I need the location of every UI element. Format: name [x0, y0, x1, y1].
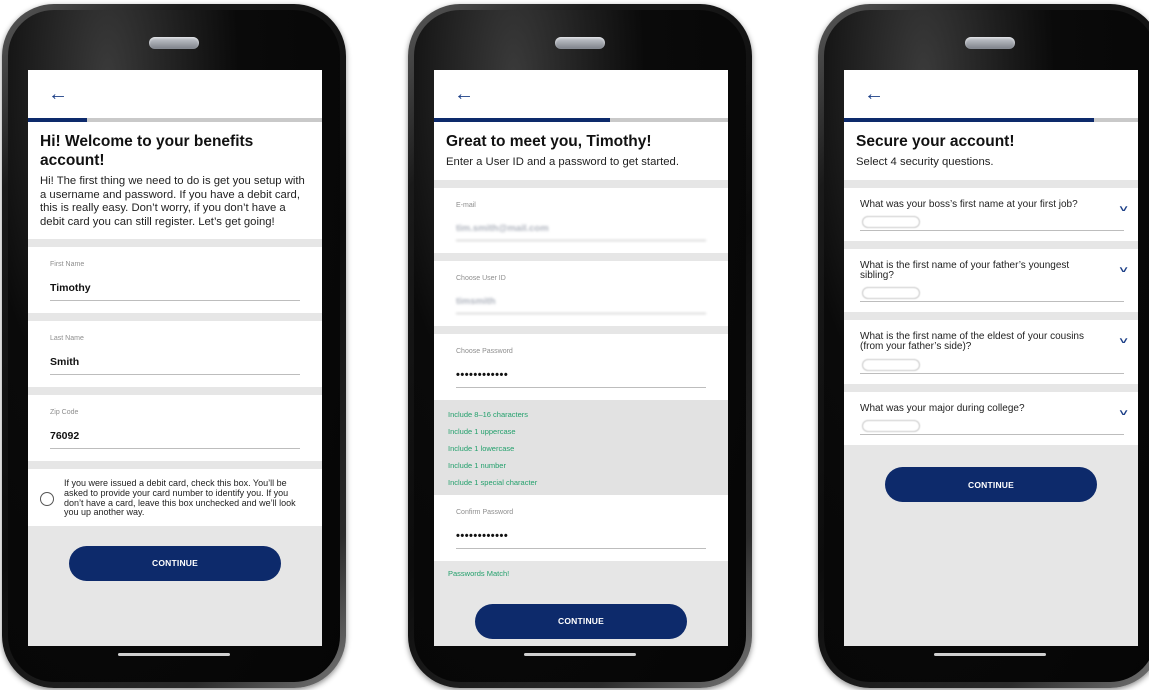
progress-fill — [28, 118, 87, 122]
question-text: What is the first name of the eldest of … — [860, 331, 1084, 352]
screen-welcome: ← Hi! Welcome to your benefits account! … — [28, 70, 322, 646]
progress-bar — [434, 118, 728, 122]
page-title: Hi! Welcome to your benefits account! — [40, 133, 254, 169]
answer-input[interactable] — [860, 286, 1124, 303]
question-text: What is the first name of your father’s … — [860, 260, 1070, 281]
home-indicator — [118, 653, 230, 656]
answer-input[interactable] — [860, 358, 1124, 374]
answer-input[interactable] — [860, 419, 1124, 436]
email-field[interactable]: E-mail tim.smith@mail.com — [434, 187, 728, 253]
back-arrow-icon[interactable]: ← — [48, 84, 68, 104]
phone-frame-3: ← Secure your account! Select 4 security… — [818, 4, 1149, 688]
progress-fill — [844, 118, 1094, 122]
back-arrow-icon[interactable]: ← — [864, 84, 884, 104]
security-question-3[interactable]: What is the first name of the eldest of … — [844, 320, 1138, 384]
chevron-down-icon[interactable]: ˅ — [1119, 336, 1127, 346]
top-bar: ← — [28, 70, 322, 118]
page-subtitle: Enter a User ID and a password to get st… — [446, 156, 679, 168]
progress-bar — [844, 118, 1138, 122]
first-name-field[interactable]: First Name Timothy — [28, 247, 322, 314]
intro-section: Great to meet you, Timothy! Enter a User… — [434, 122, 728, 180]
phone-frame-2: ← Great to meet you, Timothy! Enter a Us… — [408, 4, 752, 688]
password-rule: Include 1 lowercase — [448, 443, 515, 453]
debit-card-checkbox-label: If you were issued a debit card, check t… — [64, 478, 296, 518]
password-rule: Include 1 special character — [448, 477, 538, 487]
home-indicator — [524, 653, 636, 656]
page-title: Secure your account! — [856, 133, 1015, 150]
home-indicator — [934, 653, 1046, 656]
debit-card-checkbox[interactable] — [40, 491, 54, 506]
field-label: Choose User ID — [456, 274, 506, 282]
screen-credentials: ← Great to meet you, Timothy! Enter a Us… — [434, 70, 728, 646]
zip-code-field[interactable]: Zip Code 76092 — [28, 395, 322, 462]
security-question-1[interactable]: What was your boss’s first name at your … — [844, 187, 1138, 242]
back-arrow-icon[interactable]: ← — [454, 84, 474, 104]
first-name-input[interactable]: Timothy — [50, 282, 300, 302]
security-question-4[interactable]: What was your major during college? ˅ — [844, 391, 1138, 446]
progress-bar — [28, 118, 322, 122]
intro-text: Hi! The first thing we need to do is get… — [40, 175, 305, 228]
intro-section: Hi! Welcome to your benefits account! Hi… — [28, 122, 322, 240]
field-label: E-mail — [456, 201, 476, 209]
field-label: Confirm Password — [456, 508, 514, 516]
field-label: Zip Code — [50, 409, 79, 417]
page-subtitle: Select 4 security questions. — [856, 156, 994, 168]
screen-security-questions: ← Secure your account! Select 4 security… — [844, 70, 1138, 646]
security-question-2[interactable]: What is the first name of your father’s … — [844, 249, 1138, 313]
progress-fill — [434, 118, 611, 122]
phone-frame-1: ← Hi! Welcome to your benefits account! … — [2, 4, 346, 688]
top-bar: ← — [844, 70, 1138, 118]
chevron-down-icon[interactable]: ˅ — [1119, 204, 1127, 214]
zip-code-input[interactable]: 76092 — [50, 430, 300, 450]
password-field[interactable]: Choose Password •••••••••••• — [434, 333, 728, 400]
passwords-match-status: Passwords Match! — [448, 568, 510, 578]
page-title: Great to meet you, Timothy! — [446, 133, 652, 150]
confirm-password-field[interactable]: Confirm Password •••••••••••• — [434, 494, 728, 561]
continue-button[interactable]: CONTINUE — [69, 545, 281, 581]
password-rule: Include 1 uppercase — [448, 426, 516, 436]
password-rules: Include 8–16 characters Include 1 upperc… — [434, 399, 728, 495]
intro-section: Secure your account! Select 4 security q… — [844, 122, 1138, 180]
speaker-grille — [555, 37, 605, 49]
question-text: What was your boss’s first name at your … — [860, 198, 1078, 210]
answer-input[interactable] — [860, 215, 1124, 232]
password-rule: Include 1 number — [448, 460, 506, 470]
debit-card-checkbox-row[interactable]: If you were issued a debit card, check t… — [28, 469, 322, 526]
question-text: What was your major during college? — [860, 402, 1025, 414]
chevron-down-icon[interactable]: ˅ — [1119, 265, 1127, 275]
field-label: Last Name — [50, 335, 84, 343]
last-name-field[interactable]: Last Name Smith — [28, 321, 322, 388]
top-bar: ← — [434, 70, 728, 118]
last-name-input[interactable]: Smith — [50, 356, 300, 376]
confirm-password-input[interactable]: •••••••••••• — [456, 530, 706, 549]
email-input[interactable]: tim.smith@mail.com — [456, 223, 706, 241]
user-id-field[interactable]: Choose User ID timsmith — [434, 260, 728, 326]
user-id-input[interactable]: timsmith — [456, 296, 706, 314]
speaker-grille — [965, 37, 1015, 49]
password-rule: Include 8–16 characters — [448, 409, 529, 419]
field-label: Choose Password — [456, 347, 513, 355]
field-label: First Name — [50, 261, 85, 269]
speaker-grille — [149, 37, 199, 49]
password-input[interactable]: •••••••••••• — [456, 369, 706, 388]
continue-button[interactable]: CONTINUE — [885, 467, 1097, 503]
continue-button[interactable]: CONTINUE — [475, 603, 687, 639]
chevron-down-icon[interactable]: ˅ — [1119, 408, 1127, 418]
